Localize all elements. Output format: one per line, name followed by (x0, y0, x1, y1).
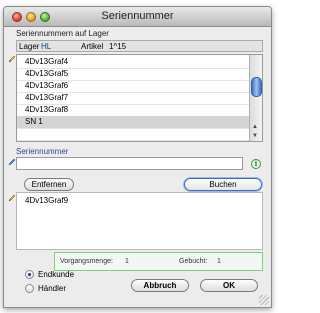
radio-haendler-label[interactable]: Händler (38, 284, 66, 293)
stock-serial-list[interactable]: 4Dv13Graf4 4Dv13Graf5 4Dv13Graf6 4Dv13Gr… (16, 54, 263, 142)
scrollbar-thumb[interactable] (251, 77, 262, 97)
artikel-label: Artikel (81, 42, 104, 51)
cancel-button[interactable]: Abbruch (131, 279, 189, 292)
remove-button[interactable]: Entfernen (24, 178, 74, 191)
window-title: Seriennummer (101, 10, 174, 22)
resize-grip-icon[interactable] (259, 295, 269, 305)
list-item[interactable]: 4Dv13Graf9 (17, 195, 260, 207)
info-icon[interactable]: i (251, 159, 261, 169)
pencil-icon (8, 194, 16, 202)
scroll-up-arrow-icon[interactable]: ▲ (252, 124, 258, 130)
book-button[interactable]: Buchen (184, 178, 262, 191)
artikel-value: 1^15 (109, 42, 127, 51)
status-summary: Vorgangsmenge: 1 Gebucht: 1 (54, 252, 263, 271)
stock-group-label: Seriennummern auf Lager (16, 29, 109, 38)
lager-value: HL (41, 42, 52, 51)
lager-label: Lager (19, 42, 40, 51)
radio-haendler[interactable] (25, 284, 34, 293)
serial-number-input[interactable] (16, 157, 243, 170)
radio-endkunde[interactable] (25, 270, 34, 279)
pencil-icon (8, 55, 16, 63)
radio-endkunde-label[interactable]: Endkunde (38, 270, 74, 279)
vorgang-value: 1 (125, 258, 129, 265)
serial-number-window: Seriennummer Seriennummern auf Lager Lag… (3, 6, 272, 308)
gebucht-value: 1 (217, 258, 221, 265)
list-item-empty[interactable] (17, 128, 249, 141)
scroll-down-arrow-icon[interactable]: ▼ (252, 133, 258, 139)
vorgang-label: Vorgangsmenge: (60, 258, 113, 265)
stock-header-bar: Lager HL Artikel 1^15 (16, 40, 263, 52)
stock-list-scrollbar[interactable]: ▲ ▼ (249, 55, 262, 141)
title-bar[interactable]: Seriennummer (4, 7, 271, 27)
serial-entry-label: Seriennummer (16, 147, 69, 156)
booked-serial-list[interactable]: 4Dv13Graf9 (16, 192, 263, 250)
ok-button[interactable]: OK (200, 279, 258, 292)
brush-icon (8, 158, 16, 166)
gebucht-label: Gebucht: (179, 258, 208, 265)
